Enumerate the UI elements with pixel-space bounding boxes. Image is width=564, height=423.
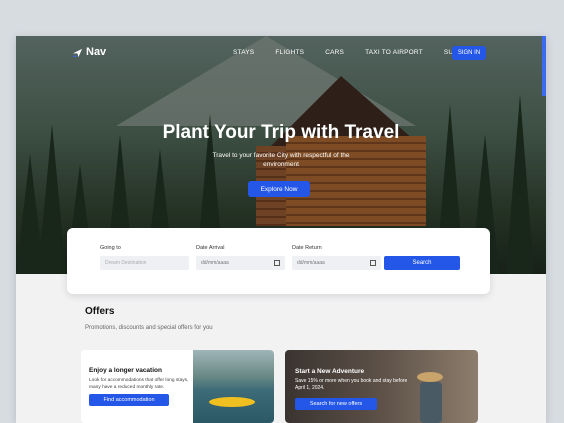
destination-placeholder: Dream Destination xyxy=(105,260,147,266)
offer-card-text: Save 15% or more when you book and stay … xyxy=(295,378,408,391)
nav-link-stays[interactable]: STAYS xyxy=(233,49,254,56)
arrival-date-input[interactable]: dd/mm/aaaa xyxy=(196,256,285,270)
going-to-label: Going to xyxy=(100,245,121,251)
traveler-backpack xyxy=(420,382,442,423)
offers-title: Offers xyxy=(85,306,115,317)
nav-links: STAYS FLIGHTS CARS TAXI TO AIRPORT SUPPO… xyxy=(233,49,477,56)
nav-link-cars[interactable]: CARS xyxy=(325,49,344,56)
return-date-input[interactable]: dd/mm/aaaa xyxy=(292,256,381,270)
logo-text: Nav xyxy=(86,46,107,58)
nav-link-flights[interactable]: FLIGHTS xyxy=(275,49,304,56)
signin-button[interactable]: SIGN IN xyxy=(452,46,486,60)
return-label: Date Return xyxy=(292,245,322,251)
calendar-icon[interactable] xyxy=(274,260,280,266)
offer-card-vacation: Enjoy a longer vacation Look for accommo… xyxy=(81,350,274,423)
return-field: Date Return dd/mm/aaaa xyxy=(292,245,381,270)
explore-button[interactable]: Explore Now xyxy=(248,181,310,197)
search-button[interactable]: Search xyxy=(384,256,460,270)
nav-link-taxi[interactable]: TAXI TO AIRPORT xyxy=(365,49,423,56)
return-date-value: dd/mm/aaaa xyxy=(297,260,325,266)
find-accommodation-button[interactable]: Find accommodation xyxy=(89,394,169,406)
lake-kayak-image xyxy=(193,350,274,423)
arrival-field: Date Arrival dd/mm/aaaa xyxy=(196,245,285,270)
traveler-hat xyxy=(417,372,443,382)
search-new-offers-button[interactable]: Search for new offers xyxy=(295,398,377,410)
search-card: Going to Dream Destination Date Arrival … xyxy=(67,228,490,294)
offer-card-title: Enjoy a longer vacation xyxy=(89,367,162,374)
offer-card-title: Start a New Adventure xyxy=(295,368,365,375)
offers-subtitle: Promotions, discounts and special offers… xyxy=(85,325,213,331)
offer-card-adventure: Start a New Adventure Save 15% or more w… xyxy=(285,350,478,423)
arrival-date-value: dd/mm/aaaa xyxy=(201,260,229,266)
going-to-field: Going to Dream Destination xyxy=(100,245,189,270)
top-nav: Nav STAYS FLIGHTS CARS TAXI TO AIRPORT S… xyxy=(16,36,546,72)
plane-icon xyxy=(72,48,83,57)
destination-input[interactable]: Dream Destination xyxy=(100,256,189,270)
logo[interactable]: Nav xyxy=(72,46,106,58)
arrival-label: Date Arrival xyxy=(196,245,225,251)
browser-viewport: Nav STAYS FLIGHTS CARS TAXI TO AIRPORT S… xyxy=(16,36,546,423)
calendar-icon[interactable] xyxy=(370,260,376,266)
hero-subtitle: Travel to your favorite City with respec… xyxy=(212,152,350,168)
hero-title: Plant Your Trip with Travel xyxy=(162,122,400,143)
offer-card-text: Look for accommodations that offer long … xyxy=(89,378,189,390)
kayak xyxy=(209,397,255,407)
